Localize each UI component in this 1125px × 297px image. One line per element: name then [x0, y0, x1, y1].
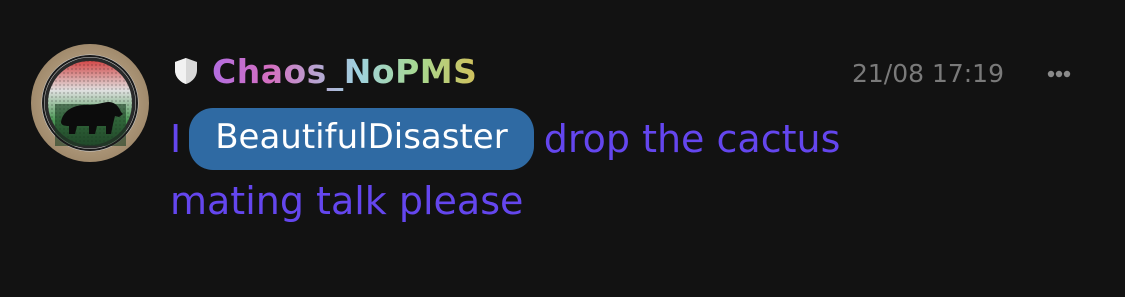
- more-options-icon[interactable]: [1043, 60, 1075, 88]
- message-text-line2: mating talk please: [170, 179, 524, 223]
- bear-avatar-icon: [41, 54, 139, 152]
- message-text-prefix: I: [170, 117, 182, 161]
- user-mention[interactable]: BeautifulDisaster: [189, 108, 534, 170]
- timestamp: 21/08 17:19: [851, 59, 1004, 88]
- chat-message: Chaos_NoPMS 21/08 17:19 I BeautifulDisast…: [0, 0, 1125, 297]
- username[interactable]: Chaos_NoPMS: [212, 52, 477, 92]
- shield-icon: [171, 56, 201, 86]
- user-avatar[interactable]: [31, 44, 149, 162]
- message-text-line1: drop the cactus: [543, 117, 841, 161]
- message-body: I BeautifulDisaster drop the cactus mating…: [170, 108, 1070, 232]
